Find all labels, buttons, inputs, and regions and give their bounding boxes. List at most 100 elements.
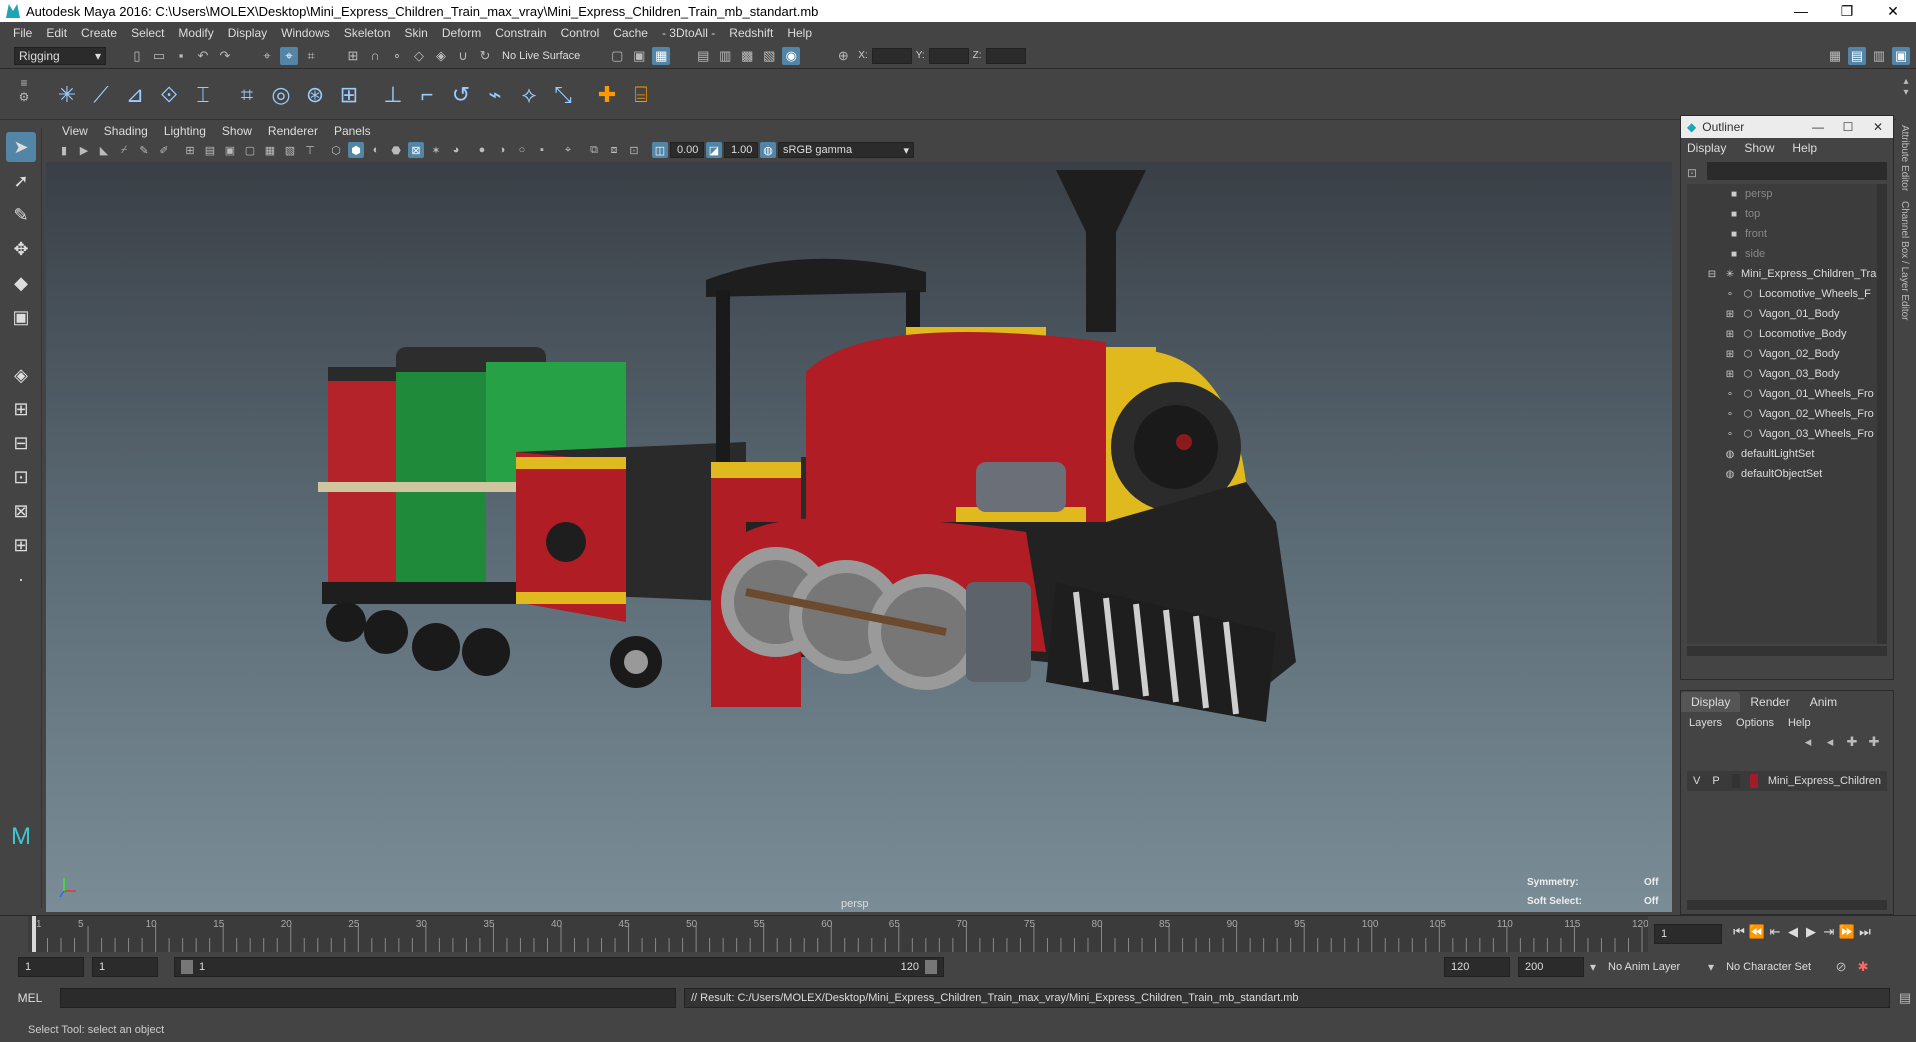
undo-icon[interactable]: ↶ (194, 47, 212, 65)
xray-joints-icon[interactable]: ⧉ (586, 142, 602, 158)
insert-joint-icon[interactable]: ⟐ (154, 80, 184, 110)
image-plane-icon[interactable]: ⌿ (116, 142, 132, 158)
cluster-icon[interactable]: ⌗ (232, 80, 262, 110)
gate-mask-icon[interactable]: ▢ (242, 142, 258, 158)
outliner-item-persp[interactable]: ■ persp (1687, 184, 1887, 204)
camera-attrs-icon[interactable]: ▶ (76, 142, 92, 158)
menu-help[interactable]: Help (787, 26, 812, 40)
outliner-menu-help[interactable]: Help (1792, 141, 1817, 155)
single-perspective-layout-icon[interactable]: ◈ (6, 360, 36, 390)
xray-icon[interactable]: ⊠ (408, 142, 424, 158)
outliner-maximize-button[interactable]: ☐ (1833, 120, 1863, 134)
screen-space-ao-icon[interactable]: ◑ (494, 142, 510, 158)
range-start-handle[interactable] (181, 960, 193, 974)
resolution-gate-icon[interactable]: ▣ (222, 142, 238, 158)
ik-handle-icon[interactable]: ⟋ (86, 80, 116, 110)
move-tool-icon[interactable]: ✥ (6, 234, 36, 264)
y-field[interactable] (928, 47, 969, 64)
four-view-layout-icon[interactable]: ⊞ (6, 394, 36, 424)
sign-in-icon[interactable]: ▦ (1826, 47, 1844, 65)
move-layer-up-icon[interactable]: ◂ (1799, 733, 1817, 751)
magnet-icon[interactable]: ∪ (454, 47, 472, 65)
set-driven-key-icon[interactable]: ⌸ (626, 80, 656, 110)
smooth-shade-icon[interactable]: ⬢ (348, 142, 364, 158)
bind-skin-icon[interactable]: ⊞ (334, 80, 364, 110)
wireframe-on-shaded-icon[interactable]: ⬣ (388, 142, 404, 158)
menu-cache[interactable]: Cache (613, 26, 648, 40)
camera-stereo-icon[interactable]: ⊡ (626, 142, 642, 158)
aim-constraint-icon[interactable]: ⌐ (412, 80, 442, 110)
layer-playback-toggle[interactable]: P (1712, 775, 1719, 787)
maximize-button[interactable]: ❐ (1824, 3, 1870, 20)
shelf-menu-icon[interactable]: ≡ ⚙ (16, 76, 32, 114)
wrap-icon[interactable]: ⊛ (300, 80, 330, 110)
point-constraint-icon[interactable]: ⊥ (378, 80, 408, 110)
play-forward-icon[interactable]: ▶ (1802, 924, 1820, 940)
outliner-item-vagon03[interactable]: ⊞ ⬡ Vagon_03_Body (1687, 364, 1887, 384)
layer-row[interactable]: V P Mini_Express_Children (1687, 771, 1887, 791)
persp-graph-layout-icon[interactable]: ⊡ (6, 462, 36, 492)
pole-vector-icon[interactable]: ⟡ (514, 80, 544, 110)
scale-tool-icon[interactable]: ▣ (6, 302, 36, 332)
render-frame-icon[interactable]: ▥ (716, 47, 734, 65)
save-scene-icon[interactable]: ▪ (172, 47, 190, 65)
menu-modify[interactable]: Modify (178, 26, 213, 40)
outliner-menu-display[interactable]: Display (1687, 141, 1726, 155)
redo-icon[interactable]: ↷ (216, 47, 234, 65)
new-layer-selected-icon[interactable]: ✚ (1865, 733, 1883, 751)
menu-skin[interactable]: Skin (405, 26, 428, 40)
use-all-lights-icon[interactable]: ◕ (448, 142, 464, 158)
safe-action-icon[interactable]: ▧ (282, 142, 298, 158)
exposure-field[interactable]: 0.00 (670, 142, 704, 158)
hypershade-icon[interactable]: ◉ (782, 46, 801, 65)
outliner-minimize-button[interactable]: — (1803, 120, 1833, 134)
current-frame-field[interactable]: 1 (1654, 924, 1722, 944)
outliner-menu-show[interactable]: Show (1744, 141, 1774, 155)
outliner-item-default-light-set[interactable]: ◍ defaultLightSet (1687, 444, 1887, 464)
vp-menu-lighting[interactable]: Lighting (164, 124, 206, 138)
snap-point-icon[interactable]: ∘ (388, 47, 406, 65)
shadows-icon[interactable]: ● (474, 142, 490, 158)
parent-constraint-icon[interactable]: ⌁ (480, 80, 510, 110)
menu-deform[interactable]: Deform (442, 26, 481, 40)
close-button[interactable]: ✕ (1870, 3, 1916, 20)
layer-menu-help[interactable]: Help (1788, 717, 1811, 729)
timeline-ruler[interactable]: 1 5 10 15 20 25 30 35 40 45 50 55 60 65 70 75 80 85 90 95 10… (28, 916, 1649, 952)
script-editor-icon[interactable]: ▤ (1896, 989, 1914, 1007)
tab-anim[interactable]: Anim (1800, 692, 1847, 712)
step-forward-frame-icon[interactable]: ⇥ (1820, 924, 1838, 940)
layer-hscrollbar[interactable] (1687, 900, 1887, 910)
menu-select[interactable]: Select (131, 26, 164, 40)
outliner-item-loco-wheels[interactable]: ∘ ⬡ Locomotive_Wheels_F (1687, 284, 1887, 304)
select-object-icon[interactable]: ⌖ (280, 46, 298, 65)
layer-menu-layers[interactable]: Layers (1689, 717, 1722, 729)
input-ops-icon[interactable]: ▢ (608, 47, 626, 65)
menu-constrain[interactable]: Constrain (495, 26, 546, 40)
collapse-icon[interactable]: ⊟ (1705, 268, 1719, 280)
outliner-item-vagon02-wheels[interactable]: ∘ ⬡ Vagon_02_Wheels_Fro (1687, 404, 1887, 424)
toggle-tool-settings-icon[interactable]: ▥ (1870, 47, 1888, 65)
select-camera-icon[interactable]: ▮ (56, 142, 72, 158)
menu-3dtoall[interactable]: - 3DtoAll - (662, 26, 715, 40)
character-set-dropdown[interactable]: No Character Set (1720, 957, 1831, 977)
x-field[interactable] (871, 47, 912, 64)
filter-icon[interactable]: ⊡ (1687, 166, 1697, 180)
z-field[interactable] (985, 47, 1026, 64)
vp-menu-show[interactable]: Show (222, 124, 252, 138)
expand-icon[interactable]: ⊞ (1723, 328, 1737, 340)
channel-box-tab[interactable]: Channel Box / Layer Editor (1899, 201, 1910, 321)
layer-name[interactable]: Mini_Express_Children (1768, 775, 1881, 787)
outliner-item-vagon01[interactable]: ⊞ ⬡ Vagon_01_Body (1687, 304, 1887, 324)
film-gate-icon[interactable]: ▤ (202, 142, 218, 158)
lasso-tool-icon[interactable]: ➚ (6, 166, 36, 196)
grid-icon[interactable]: ⊞ (182, 142, 198, 158)
snap-together-icon[interactable]: ↻ (476, 47, 494, 65)
grease-pencil-icon[interactable]: ✎ (136, 142, 152, 158)
layer-visibility-toggle[interactable]: V (1693, 775, 1700, 787)
attribute-editor-tab[interactable]: Attribute Editor (1899, 125, 1910, 191)
menu-skeleton[interactable]: Skeleton (344, 26, 391, 40)
anti-aliasing-icon[interactable]: ▪ (534, 142, 550, 158)
orient-constraint-icon[interactable]: ↺ (446, 80, 476, 110)
textured-icon[interactable]: ✶ (428, 142, 444, 158)
expand-icon[interactable]: ⊞ (1723, 348, 1737, 360)
